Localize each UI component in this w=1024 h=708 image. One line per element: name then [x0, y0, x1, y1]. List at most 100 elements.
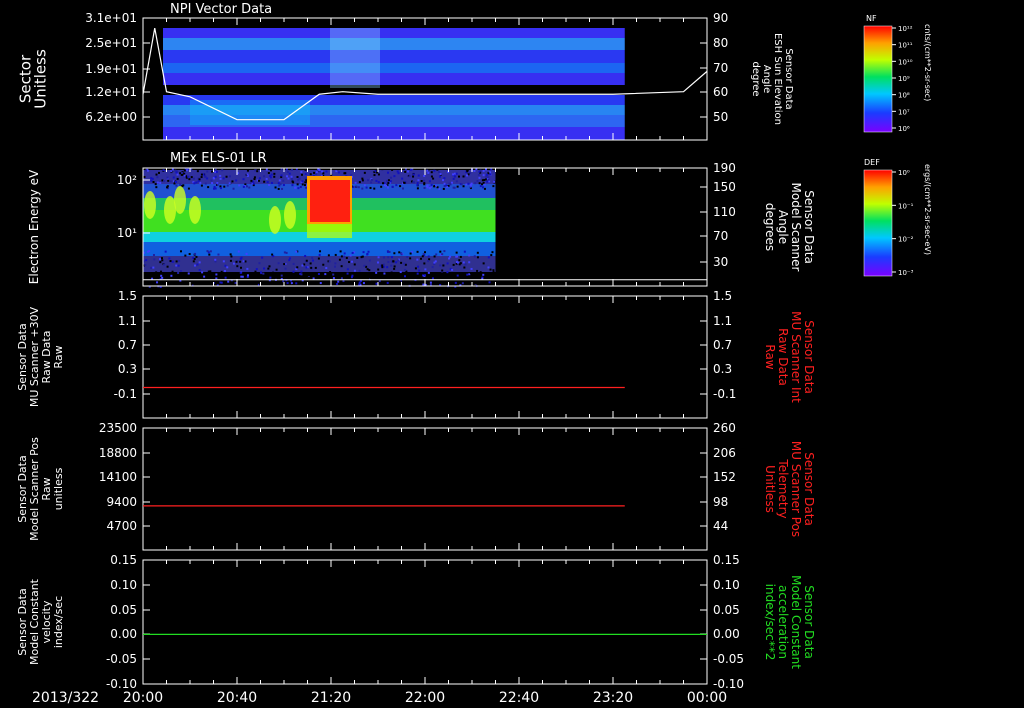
right-y-axis-label: Raw Data: [776, 328, 790, 386]
els-noise-pixel: [487, 266, 490, 269]
right-y-tick-label: 0.05: [713, 603, 740, 617]
els-noise-pixel: [375, 282, 378, 285]
els-noise-pixel: [431, 277, 434, 280]
els-noise-pixel: [206, 250, 209, 253]
els-noise-pixel: [486, 173, 489, 176]
els-noise-pixel: [204, 176, 207, 179]
els-noise-pixel: [487, 178, 490, 181]
els-noise-pixel: [203, 275, 206, 278]
els-noise-pixel: [177, 264, 180, 267]
els-noise-pixel: [366, 252, 369, 255]
els-noise-pixel: [482, 262, 485, 265]
els-noise-pixel: [254, 169, 257, 172]
colorbar-tick-label: 10⁶: [898, 125, 910, 133]
els-noise-pixel: [270, 173, 273, 176]
els-noise-pixel: [401, 187, 404, 190]
els-noise-pixel: [433, 255, 436, 258]
els-noise-pixel: [286, 282, 289, 285]
els-noise-pixel: [319, 282, 322, 285]
els-noise-pixel: [304, 184, 307, 187]
els-noise-pixel: [377, 261, 380, 264]
y-tick-label: 9400: [106, 495, 137, 509]
els-noise-pixel: [285, 175, 288, 178]
els-noise-pixel: [215, 273, 218, 276]
els-noise-pixel: [215, 277, 218, 280]
els-noise-pixel: [296, 175, 299, 178]
els-noise-pixel: [210, 179, 213, 182]
els-noise-pixel: [307, 272, 310, 275]
els-noise-pixel: [377, 181, 380, 184]
els-noise-pixel: [370, 178, 373, 181]
els-noise-pixel: [213, 185, 216, 188]
els-noise-pixel: [263, 180, 266, 183]
els-noise-pixel: [482, 169, 485, 172]
els-noise-pixel: [178, 259, 181, 262]
els-noise-pixel: [239, 257, 242, 260]
els-noise-pixel: [438, 187, 441, 190]
els-noise-pixel: [369, 186, 372, 189]
els-noise-pixel: [428, 258, 431, 261]
x-tick-label: 20:00: [123, 690, 163, 706]
els-noise-pixel: [342, 280, 345, 283]
els-noise-pixel: [200, 173, 203, 176]
y-tick-label: 0.3: [118, 362, 137, 376]
els-noise-pixel: [458, 175, 461, 178]
els-noise-pixel: [290, 168, 293, 171]
els-noise-pixel: [424, 274, 427, 277]
els-noise-pixel: [246, 169, 249, 172]
y-axis-label: Raw: [52, 345, 65, 368]
els-noise-pixel: [423, 251, 426, 254]
els-noise-pixel: [404, 275, 407, 278]
els-noise-pixel: [161, 257, 164, 260]
npi-band: [150, 28, 625, 38]
panel-4: 23500 18800 14100 9400 4700 260 206 152 98 44 Sens…: [16, 421, 816, 551]
els-noise-pixel: [412, 175, 415, 178]
els-noise-pixel: [151, 177, 154, 180]
els-noise-pixel: [311, 256, 314, 259]
x-tick-label: 23:20: [593, 690, 633, 706]
right-y-axis-label: Sensor Data: [783, 48, 794, 109]
els-noise-pixel: [163, 180, 166, 183]
els-noise-pixel: [174, 181, 177, 184]
panel1-title: NPI Vector Data: [170, 2, 272, 17]
els-noise-pixel: [422, 283, 425, 286]
els-noise-pixel: [156, 181, 159, 184]
els-noise-pixel: [222, 260, 225, 263]
els-noise-pixel: [269, 276, 272, 279]
els-noise-pixel: [250, 179, 253, 182]
els-noise-pixel: [353, 263, 356, 266]
els-noise-pixel: [143, 175, 146, 178]
els-noise-pixel: [277, 182, 280, 185]
els-noise-pixel: [479, 271, 482, 274]
els-noise-pixel: [152, 266, 155, 269]
npi-band: [150, 63, 625, 73]
els-noise-pixel: [355, 185, 358, 188]
els-noise-pixel: [476, 251, 479, 254]
els-noise-pixel: [212, 176, 215, 179]
els-noise-pixel: [365, 283, 368, 286]
els-noise-pixel: [478, 176, 481, 179]
els-noise-pixel: [343, 252, 346, 255]
els-noise-pixel: [195, 255, 198, 258]
els-noise-pixel: [196, 263, 199, 266]
els-noise-pixel: [435, 253, 438, 256]
els-noise-pixel: [408, 175, 411, 178]
els-noise-pixel: [190, 176, 193, 179]
els-noise-pixel: [152, 181, 155, 184]
els-noise-pixel: [187, 175, 190, 178]
els-noise-pixel: [238, 184, 241, 187]
els-noise-pixel: [283, 263, 286, 266]
els-noise-pixel: [455, 261, 458, 264]
els-noise-pixel: [226, 184, 229, 187]
els-noise-pixel: [382, 256, 385, 259]
els-noise-pixel: [424, 268, 427, 271]
els-noise-pixel: [353, 269, 356, 272]
els-noise-pixel: [368, 259, 371, 262]
els-noise-pixel: [387, 179, 390, 182]
right-y-axis-label: index/sec**2: [763, 584, 777, 661]
els-noise-pixel: [269, 169, 272, 172]
els-noise-pixel: [324, 282, 327, 285]
els-noise-pixel: [438, 175, 441, 178]
els-noise-pixel: [235, 260, 238, 263]
els-noise-pixel: [404, 170, 407, 173]
